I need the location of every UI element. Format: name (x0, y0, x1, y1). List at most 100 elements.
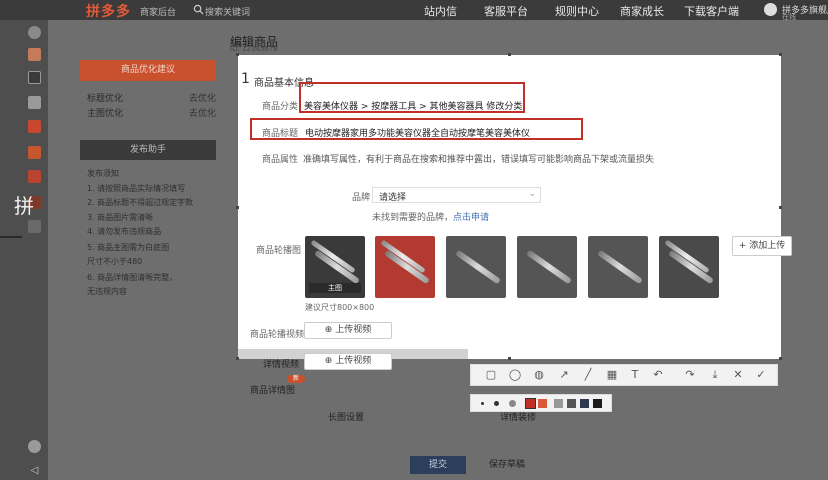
color-dark-gray-swatch[interactable] (567, 399, 576, 408)
collapse-icon[interactable]: ◁ (28, 464, 41, 477)
eye-icon[interactable] (28, 26, 41, 39)
redo-icon[interactable]: ↷ (683, 368, 697, 382)
submit-button[interactable]: 提交 (410, 456, 466, 474)
search-input[interactable]: 搜索关键词 (205, 5, 250, 18)
divider (0, 236, 22, 238)
pen-shape (454, 249, 502, 285)
chat-icon[interactable] (28, 48, 41, 61)
upload-detail-video-button[interactable]: ⊕ 上传视频 (304, 353, 392, 370)
carousel-video-label: 商品轮播视频 (250, 330, 305, 340)
product-image-thumb[interactable] (659, 236, 719, 298)
optimize-suggestions-button[interactable]: 商品优化建议 (80, 60, 216, 81)
attributes-label: 商品属性 (262, 155, 299, 165)
nav-rules-center[interactable]: 规则中心 (555, 3, 599, 19)
resize-handle[interactable] (779, 357, 782, 360)
color-orange-swatch[interactable] (538, 399, 547, 408)
grid-icon[interactable] (28, 71, 41, 84)
product-image-thumb[interactable] (588, 236, 648, 298)
tip-item: 尺寸不小于480 (87, 257, 143, 266)
side-row-action[interactable]: 去优化 (189, 91, 216, 104)
new-badge: 新 (287, 375, 305, 383)
resize-handle[interactable] (508, 357, 511, 360)
resize-handle[interactable] (236, 53, 239, 56)
tip-item: 无违规内容 (87, 287, 127, 296)
long-image-setting[interactable]: 长图设置 (328, 410, 364, 423)
ellipse-icon[interactable]: ◯ (508, 368, 522, 382)
nav-messages[interactable]: 站内信 (424, 3, 457, 19)
line-icon[interactable]: ╱ (581, 368, 595, 382)
tip-item: 发布须知 (87, 169, 119, 178)
chart-icon[interactable] (28, 220, 41, 233)
resize-handle[interactable] (236, 357, 239, 360)
main-image-caption: 主图 (309, 283, 361, 293)
avatar[interactable] (764, 3, 777, 16)
brand-hint-text: 未找到需要的品牌， (372, 213, 454, 223)
upload-icon: ⊕ (324, 356, 336, 366)
product-image-thumb[interactable] (517, 236, 577, 298)
search-icon[interactable] (193, 4, 204, 15)
text-icon[interactable]: T (628, 368, 642, 382)
tip-item: 4. 请勿发布违规商品 (87, 227, 162, 236)
save-draft-button[interactable]: 保存草稿 (482, 456, 532, 474)
tip-item: 6. 商品详情图清晰完整， (87, 273, 178, 282)
tip-item: 3. 商品图片需清晰 (87, 213, 154, 222)
brush-icon[interactable]: ◍ (532, 368, 546, 382)
close-icon[interactable]: ✕ (731, 368, 745, 382)
side-row-label: 标题优化 (87, 94, 124, 104)
nav-merchant-growth[interactable]: 商家成长 (620, 3, 664, 19)
product-image-thumb[interactable] (446, 236, 506, 298)
color-palette (470, 394, 612, 412)
add-image-button[interactable]: + 添加上传 (732, 236, 792, 256)
logo-subtitle: 商家后台 (140, 8, 177, 18)
tip-item: 1. 请按照商品实际情况填写 (87, 184, 186, 193)
images-hint: 建议尺寸800×800 (305, 303, 375, 312)
color-navy-swatch[interactable] (580, 399, 589, 408)
highlight-box-category (299, 82, 525, 113)
gift-icon[interactable] (28, 120, 41, 133)
color-black-swatch[interactable] (593, 399, 602, 408)
carousel-images-label: 商品轮播图 (256, 246, 302, 256)
app-icon[interactable] (28, 170, 41, 183)
upload-video-label: 上传视频 (335, 325, 372, 335)
settings-icon[interactable] (28, 440, 41, 453)
product-image-thumb[interactable]: 主图 (305, 236, 365, 298)
category-label: 商品分类 (262, 102, 299, 112)
apply-brand-link[interactable]: 点击申请 (453, 213, 489, 223)
undo-icon[interactable]: ↶ (651, 368, 665, 382)
nav-download-client[interactable]: 下载客户端 (684, 3, 739, 19)
upload-detail-video-label: 上传视频 (335, 356, 372, 366)
rectangle-icon[interactable]: ▢ (484, 368, 498, 382)
download-icon[interactable]: ⤓ (708, 368, 722, 382)
color-gray-swatch[interactable] (554, 399, 563, 408)
brand-logo[interactable]: 拼多多 (86, 1, 131, 21)
highlight-box-title (250, 118, 583, 140)
publish-helper-button[interactable]: 发布助手 (80, 140, 216, 160)
size-large-icon[interactable] (509, 400, 516, 407)
annotation-toolbar: ▢ ◯ ◍ ↗ ╱ ▦ T ↶ ↷ ⤓ ✕ ✓ (470, 364, 778, 386)
upload-video-button[interactable]: ⊕ 上传视频 (304, 322, 392, 339)
pen-shape (525, 249, 573, 285)
side-row-label: 主图优化 (87, 109, 124, 119)
product-image-thumb[interactable] (375, 236, 435, 298)
resize-handle[interactable] (508, 53, 511, 56)
color-red-swatch[interactable] (525, 398, 536, 409)
left-icon-strip: ◁ (0, 0, 48, 480)
chevron-down-icon: ⌄ (528, 189, 536, 199)
resize-handle[interactable] (779, 53, 782, 56)
page-subtitle: ID: 12345678 (230, 45, 278, 53)
nav-customer-service[interactable]: 客服平台 (484, 3, 528, 19)
top-navigation-bar: 拼多多 商家后台 搜索关键词 站内信 客服平台 规则中心 商家成长 下载客户端 … (0, 0, 828, 21)
ticket-icon[interactable] (28, 146, 41, 159)
detail-images-label: 商品详情图 (250, 386, 296, 396)
mosaic-icon[interactable]: ▦ (605, 368, 619, 382)
size-medium-icon[interactable] (494, 401, 499, 406)
check-icon[interactable]: ✓ (754, 368, 768, 382)
arrow-icon[interactable]: ↗ (557, 368, 571, 382)
attributes-description: 准确填写属性，有利于商品在搜索和推荐中露出，错误填写可能影响商品下架或流量损失 (303, 155, 655, 165)
tag-icon[interactable] (28, 96, 41, 109)
size-small-icon[interactable] (481, 402, 484, 405)
side-row-action[interactable]: 去优化 (189, 106, 216, 119)
resize-handle[interactable] (236, 206, 239, 209)
brand-select[interactable]: 请选择 ⌄ (372, 187, 541, 203)
resize-handle[interactable] (779, 206, 782, 209)
